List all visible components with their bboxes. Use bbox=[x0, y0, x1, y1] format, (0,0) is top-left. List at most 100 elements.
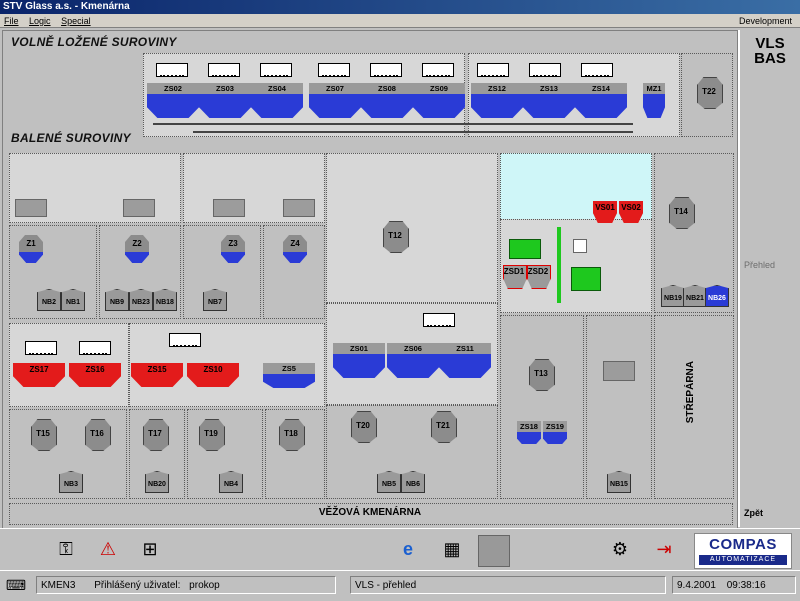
bin-zs08[interactable]: ZS08 bbox=[361, 83, 413, 94]
user-name: prokop bbox=[189, 580, 220, 591]
center-area-top[interactable] bbox=[326, 153, 498, 303]
bin-zs10-text: ZS10 bbox=[203, 365, 223, 374]
bin-zsd1-label: ZSD1 bbox=[503, 267, 525, 276]
bin-zs12-fill bbox=[471, 94, 523, 118]
strep-label: STŘEPÁRNA bbox=[685, 361, 696, 424]
company-logo: COMPAS AUTOMATIZACE bbox=[694, 533, 792, 569]
prehled-button[interactable]: Přehled bbox=[744, 260, 775, 270]
menu-logic[interactable]: Logic bbox=[29, 16, 51, 26]
calculator-icon[interactable]: ▦ bbox=[440, 537, 464, 561]
bin-zs04[interactable]: ZS04 bbox=[251, 83, 303, 94]
menu-file[interactable]: File bbox=[4, 16, 19, 26]
wagon-icon bbox=[169, 333, 201, 347]
tank-t21-label: T21 bbox=[436, 421, 450, 430]
bin-zs11-fill bbox=[439, 354, 491, 378]
hopper bbox=[15, 199, 47, 217]
bin-zs07-fill bbox=[309, 94, 361, 118]
tank-t20-label: T20 bbox=[356, 421, 370, 430]
bin-zs12[interactable]: ZS12 bbox=[471, 83, 523, 94]
bin-zsd2-label: ZSD2 bbox=[527, 267, 549, 276]
nb-nb21[interactable]: NB21 bbox=[683, 285, 707, 307]
bin-zs07[interactable]: ZS07 bbox=[309, 83, 361, 94]
zpet-button[interactable]: Zpět bbox=[744, 508, 763, 518]
menu-bar: File Logic Special Development bbox=[0, 14, 800, 28]
white-indicator bbox=[573, 239, 587, 253]
bin-zs19[interactable]: ZS19 bbox=[543, 421, 567, 432]
warning-icon[interactable]: ⚠ bbox=[96, 537, 120, 561]
wagon-icon bbox=[529, 63, 561, 77]
blank-icon[interactable] bbox=[478, 535, 510, 567]
bin-zs06[interactable]: ZS06 bbox=[387, 343, 439, 354]
nb-nb9[interactable]: NB9 bbox=[105, 289, 129, 311]
wagon-icon bbox=[581, 63, 613, 77]
nb-nb5[interactable]: NB5 bbox=[377, 471, 401, 493]
bin-zs11[interactable]: ZS11 bbox=[439, 343, 491, 354]
bin-vs02-label: VS02 bbox=[621, 203, 641, 212]
wagon-icon bbox=[156, 63, 188, 77]
bin-zs15-text: ZS15 bbox=[147, 365, 167, 374]
bin-zs18-fill bbox=[517, 432, 541, 444]
bin-zs02-fill bbox=[147, 94, 199, 118]
bin-zs04-fill bbox=[251, 94, 303, 118]
keys-icon[interactable]: ⚿ bbox=[54, 537, 78, 561]
screen-name: VLS - přehled bbox=[350, 576, 666, 594]
menu-special[interactable]: Special bbox=[61, 16, 91, 26]
tank-z1-label: Z1 bbox=[26, 239, 36, 248]
tank-t13-label: T13 bbox=[534, 369, 548, 378]
green-unit[interactable] bbox=[509, 239, 541, 259]
station-name: KMEN3 bbox=[41, 580, 76, 591]
bin-zs5-fill bbox=[263, 374, 315, 388]
network-icon[interactable]: ⊞ bbox=[138, 537, 162, 561]
bin-zs01-fill bbox=[333, 354, 385, 378]
nb-nb19[interactable]: NB19 bbox=[661, 285, 685, 307]
green-pipe bbox=[557, 227, 561, 303]
date: 9.4.2001 bbox=[677, 580, 716, 591]
green-unit-2[interactable] bbox=[571, 267, 601, 291]
keyboard-icon[interactable]: ⌨ bbox=[4, 573, 28, 597]
exit-icon[interactable]: ⇥ bbox=[652, 537, 676, 561]
nb-nb7[interactable]: NB7 bbox=[203, 289, 227, 311]
bin-zs02[interactable]: ZS02 bbox=[147, 83, 199, 94]
tank-t18-label: T18 bbox=[284, 429, 298, 438]
nb-nb26[interactable]: NB26 bbox=[705, 285, 729, 307]
nb-nb2[interactable]: NB2 bbox=[37, 289, 61, 311]
nb-nb15[interactable]: NB15 bbox=[607, 471, 631, 493]
hopper bbox=[123, 199, 155, 217]
bin-zs01[interactable]: ZS01 bbox=[333, 343, 385, 354]
header-loose: VOLNĚ LOŽENÉ SUROVINY bbox=[11, 35, 177, 49]
tank-z3-label: Z3 bbox=[228, 239, 238, 248]
window-title: STV Glass a.s. - Kmenárna bbox=[0, 0, 800, 14]
tank-z2-label: Z2 bbox=[132, 239, 142, 248]
logo-text: COMPAS bbox=[709, 536, 777, 553]
user-label: Přihlášený uživatel: bbox=[94, 580, 181, 591]
bin-zs13[interactable]: ZS13 bbox=[523, 83, 575, 94]
t13-area[interactable] bbox=[500, 315, 584, 499]
nb-nb23[interactable]: NB23 bbox=[129, 289, 153, 311]
datetime-field: 9.4.2001 09:38:16 bbox=[672, 576, 796, 594]
hopper bbox=[213, 199, 245, 217]
nb-nb4[interactable]: NB4 bbox=[219, 471, 243, 493]
wagon-icon bbox=[25, 341, 57, 355]
nb-nb18[interactable]: NB18 bbox=[153, 289, 177, 311]
bin-zs18[interactable]: ZS18 bbox=[517, 421, 541, 432]
nb-nb1[interactable]: NB1 bbox=[61, 289, 85, 311]
status-user-field: KMEN3 Přihlášený uživatel: prokop bbox=[36, 576, 336, 594]
bin-zs5[interactable]: ZS5 bbox=[263, 363, 315, 374]
nb-nb20[interactable]: NB20 bbox=[145, 471, 169, 493]
bin-zs09[interactable]: ZS09 bbox=[413, 83, 465, 94]
wagon-icon bbox=[208, 63, 240, 77]
bin-zs14-fill bbox=[575, 94, 627, 118]
bin-zs03[interactable]: ZS03 bbox=[199, 83, 251, 94]
ie-icon[interactable]: e bbox=[396, 537, 420, 561]
header-packed: BALENÉ SUROVINY bbox=[11, 131, 131, 145]
tools-icon[interactable]: ⚙ bbox=[608, 537, 632, 561]
nb-nb3[interactable]: NB3 bbox=[59, 471, 83, 493]
tank-t19-label: T19 bbox=[204, 429, 218, 438]
bin-zs19-fill bbox=[543, 432, 567, 444]
menu-development[interactable]: Development bbox=[739, 14, 792, 28]
bin-zs17-text: ZS17 bbox=[29, 365, 49, 374]
wagon-icon bbox=[318, 63, 350, 77]
bin-zs14[interactable]: ZS14 bbox=[575, 83, 627, 94]
nb-nb6[interactable]: NB6 bbox=[401, 471, 425, 493]
bin-mz1[interactable]: MZ1 bbox=[643, 83, 665, 94]
